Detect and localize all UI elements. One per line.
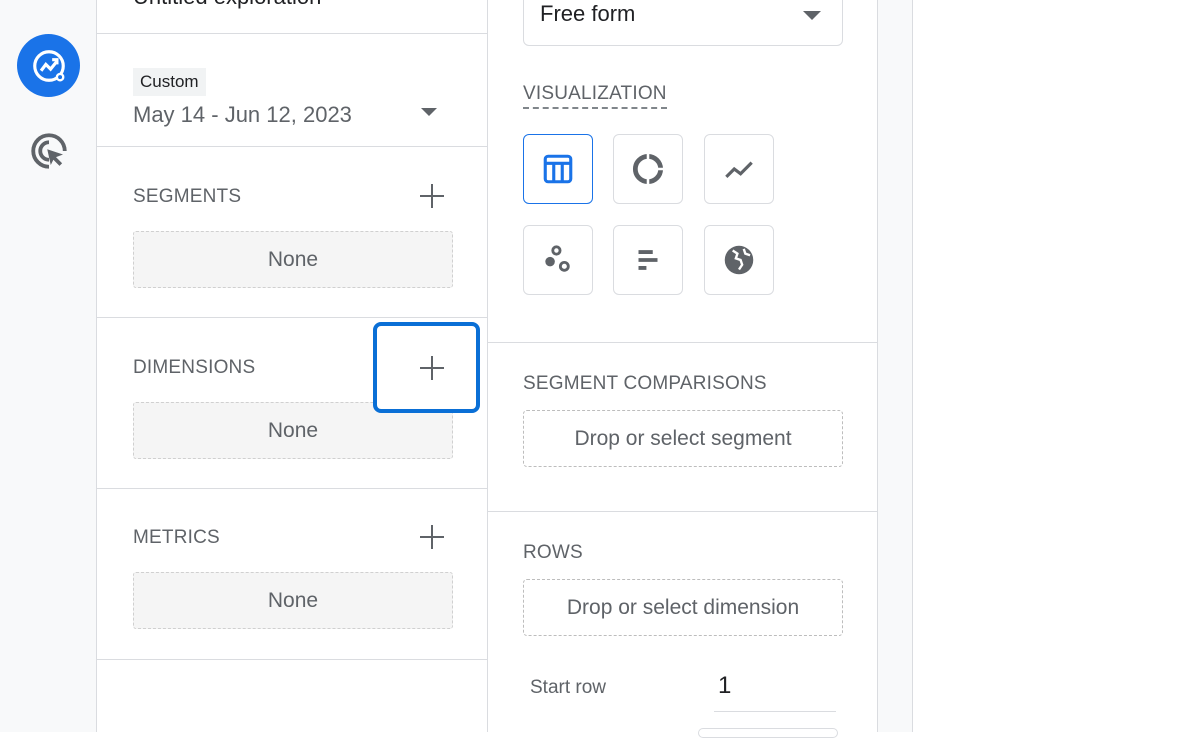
add-metric-button[interactable] <box>417 522 447 552</box>
viz-bar-button[interactable] <box>613 225 683 295</box>
variables-panel: Untitled exploration Custom May 14 - Jun… <box>97 0 488 732</box>
add-dimension-button[interactable] <box>417 353 447 383</box>
scatter-plot-icon <box>545 245 570 272</box>
next-input-edge <box>698 728 838 738</box>
viz-table-button[interactable] <box>523 134 593 204</box>
dropdown-arrow-icon <box>421 108 437 116</box>
segment-comparisons-heading: SEGMENT COMPARISONS <box>523 373 767 394</box>
explore-icon <box>32 49 65 82</box>
rows-heading: ROWS <box>523 542 583 563</box>
cursor-target-icon <box>31 133 67 169</box>
bar-chart-icon <box>638 250 658 270</box>
date-range-text: May 14 - Jun 12, 2023 <box>133 102 352 127</box>
line-chart-icon <box>725 161 753 179</box>
tab-settings-panel: Free form VISUALIZATION SEGMENT COMPARIS… <box>488 0 878 738</box>
technique-value: Free form <box>540 1 636 26</box>
viz-donut-button[interactable] <box>613 134 683 204</box>
left-rail <box>0 0 97 732</box>
add-dimension-highlight[interactable] <box>373 322 480 413</box>
start-row-label: Start row <box>530 677 607 698</box>
dropdown-arrow-icon <box>803 11 821 20</box>
globe-icon <box>724 245 754 275</box>
date-preset-badge: Custom <box>133 68 206 96</box>
technique-select[interactable]: Free form <box>523 0 843 46</box>
table-icon <box>543 154 573 184</box>
segment-comparisons-dropzone[interactable]: Drop or select segment <box>523 410 843 467</box>
rows-dropzone[interactable]: Drop or select dimension <box>523 579 843 636</box>
start-row-value: 1 <box>718 672 732 699</box>
advertising-nav-button[interactable] <box>28 130 70 172</box>
add-segment-button[interactable] <box>417 181 447 211</box>
explore-nav-button[interactable] <box>17 34 80 97</box>
viz-line-button[interactable] <box>704 134 774 204</box>
metrics-heading: METRICS <box>133 527 220 548</box>
dimensions-heading: DIMENSIONS <box>133 357 256 378</box>
start-row-input[interactable]: 1 <box>714 668 836 712</box>
exploration-title[interactable]: Untitled exploration <box>133 0 321 10</box>
panel-gutter <box>878 0 913 732</box>
donut-chart-icon <box>632 153 664 185</box>
metrics-list: None <box>133 572 453 629</box>
segments-list: None <box>133 231 453 288</box>
visualization-heading: VISUALIZATION <box>523 83 667 109</box>
segments-heading: SEGMENTS <box>133 186 242 207</box>
date-range-picker[interactable]: Custom May 14 - Jun 12, 2023 <box>133 68 453 132</box>
viz-geo-button[interactable] <box>704 225 774 295</box>
viz-scatter-button[interactable] <box>523 225 593 295</box>
